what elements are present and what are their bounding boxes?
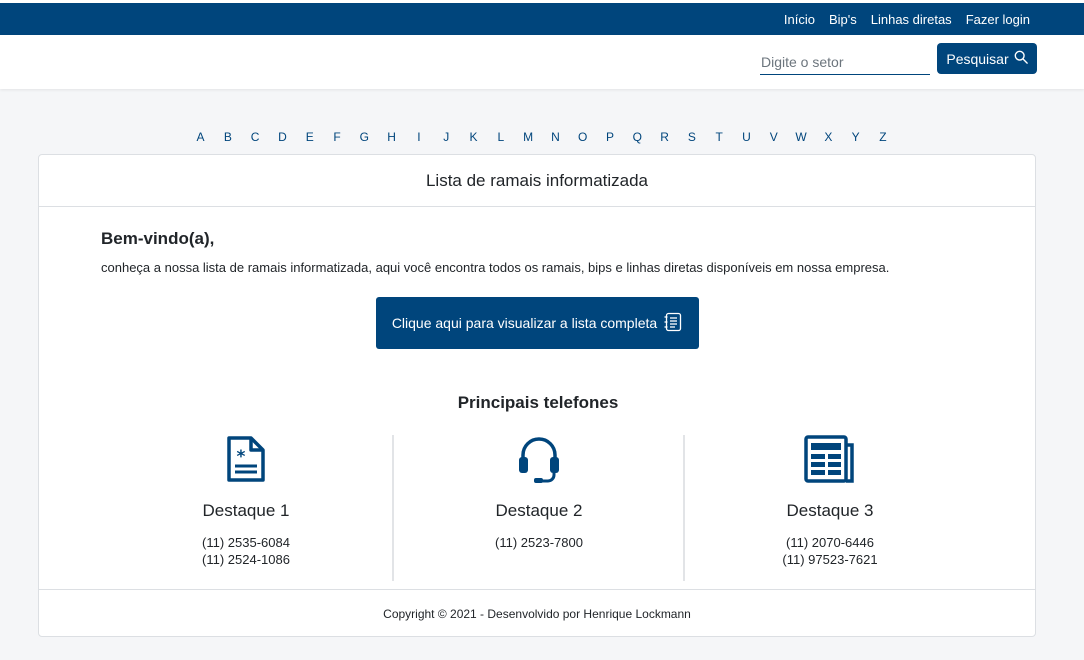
letter-p[interactable]: P [597,130,624,148]
highlight-phone: (11) 2070-6446 [786,535,874,550]
headset-icon [394,435,684,487]
welcome-title: Bem-vindo(a), [101,229,215,248]
highlight-card: Destaque 3 (11) 2070-6446 (11) 97523-762… [683,435,975,581]
letter-e[interactable]: E [296,130,323,148]
letter-d[interactable]: D [269,130,296,148]
svg-text:*: * [237,447,246,467]
welcome-text: conheça a nossa lista de ramais informat… [101,260,890,275]
highlight-phone: (11) 2535-6084 [202,535,290,550]
nav-bips[interactable]: Bip's [829,12,857,27]
letter-u[interactable]: U [733,130,760,148]
letter-j[interactable]: J [433,130,460,148]
search-icon [1014,50,1028,67]
letter-o[interactable]: O [569,130,596,148]
letter-t[interactable]: T [706,130,733,148]
letter-c[interactable]: C [242,130,269,148]
letter-m[interactable]: M [515,130,542,148]
letter-v[interactable]: V [760,130,787,148]
search-button[interactable]: Pesquisar [937,43,1037,74]
highlight-phone: (11) 2524-1086 [202,552,290,567]
letter-x[interactable]: X [815,130,842,148]
list-icon [663,312,683,335]
letter-q[interactable]: Q [624,130,651,148]
newspaper-icon [685,435,975,487]
letter-w[interactable]: W [788,130,815,148]
nav-fazer-login[interactable]: Fazer login [966,12,1030,27]
top-navbar: Início Bip's Linhas diretas Fazer login [0,3,1084,35]
highlight-title: Destaque 3 [786,501,874,520]
main-card: Lista de ramais informatizada Bem-vindo(… [38,154,1036,637]
letter-g[interactable]: G [351,130,378,148]
search-bar: Pesquisar [0,35,1084,89]
letter-s[interactable]: S [678,130,705,148]
letter-f[interactable]: F [324,130,351,148]
search-input[interactable] [760,49,930,75]
highlight-card: * Destaque 1 (11) 2535-6084 (11) 2524-10… [101,435,391,581]
copyright-text: Copyright © 2021 - Desenvolvido por Henr… [383,606,691,621]
highlight-phone: (11) 97523-7621 [782,552,878,567]
search-button-label: Pesquisar [946,50,1009,67]
letter-i[interactable]: I [406,130,433,148]
letter-l[interactable]: L [487,130,514,148]
medical-document-icon: * [101,435,391,487]
letter-n[interactable]: N [542,130,569,148]
view-full-list-button[interactable]: Clique aqui para visualizar a lista comp… [376,297,699,349]
highlight-card: Destaque 2 (11) 2523-7800 [392,435,684,581]
letter-b[interactable]: B [214,130,241,148]
card-title: Lista de ramais informatizada [425,170,649,190]
main-nav: Início Bip's Linhas diretas Fazer login [784,12,1084,27]
letter-k[interactable]: K [460,130,487,148]
letter-z[interactable]: Z [870,130,897,148]
letter-h[interactable]: H [378,130,405,148]
phones-title: Principais telefones [457,393,619,412]
letter-r[interactable]: R [651,130,678,148]
letter-y[interactable]: Y [842,130,869,148]
alphabet-filter: A B C D E F G H I J K L M N O P Q R S T … [0,130,1084,148]
nav-linhas-diretas[interactable]: Linhas diretas [871,12,952,27]
card-footer: Copyright © 2021 - Desenvolvido por Henr… [39,589,1035,637]
highlight-title: Destaque 2 [495,501,583,520]
nav-inicio[interactable]: Início [784,12,815,27]
view-full-list-label: Clique aqui para visualizar a lista comp… [391,315,658,331]
card-header: Lista de ramais informatizada [39,155,1035,207]
highlight-title: Destaque 1 [202,501,290,520]
highlight-phone: (11) 2523-7800 [495,535,583,550]
letter-a[interactable]: A [187,130,214,148]
